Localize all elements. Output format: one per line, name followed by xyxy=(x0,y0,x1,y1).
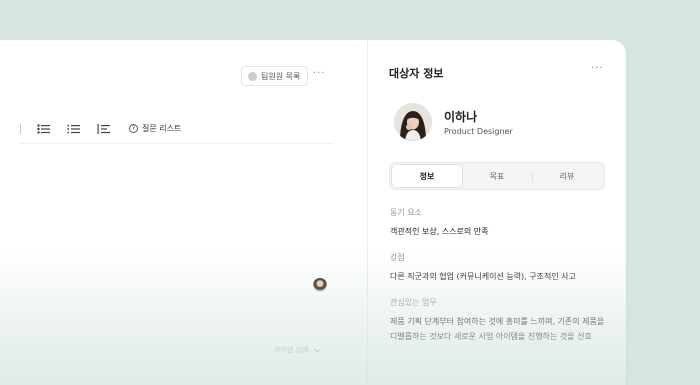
item-status-dropdown[interactable]: 아이템 상태 xyxy=(274,345,322,355)
info-tabs: 정보 목표 리뷰 xyxy=(389,162,605,190)
interests-value: 제품 기획 단계부터 참여하는 것에 흥미를 느끼며, 기존의 제품을 디벨롭하… xyxy=(390,317,605,341)
editor-more-icon[interactable]: ··· xyxy=(313,68,326,79)
numbered-list-icon[interactable] xyxy=(63,121,83,137)
panel-more-icon[interactable]: ··· xyxy=(591,63,604,74)
tab-goals[interactable]: 목표 xyxy=(462,165,532,187)
strengths-value: 다른 직군과의 협업 (커뮤니케이션 능력), 구조적인 사고 xyxy=(390,272,576,281)
profile-role: Product Designer xyxy=(444,127,513,136)
app-window: 팀원원 목록 ··· ? 질문 리스트 아이템 상태 대상자 정보 ··· 이하… xyxy=(0,40,626,385)
bullet-list-icon[interactable] xyxy=(33,121,53,137)
item-status-label: 아이템 상태 xyxy=(274,346,309,354)
member-icon xyxy=(248,71,257,81)
interests-label: 관심있는 업무 xyxy=(390,298,437,307)
editor-area: 팀원원 목록 ··· ? 질문 리스트 아이템 상태 xyxy=(0,40,367,385)
panel-title: 대상자 정보 xyxy=(389,67,444,80)
chevron-down-icon xyxy=(314,347,322,353)
profile-avatar xyxy=(394,103,432,141)
strengths-label: 강점 xyxy=(390,253,405,262)
tab-info[interactable]: 정보 xyxy=(392,165,462,187)
toolbar-divider xyxy=(20,123,21,134)
motivation-value: 객관적인 보상, 스스로의 만족 xyxy=(390,227,489,236)
member-list-button[interactable]: 팀원원 목록 xyxy=(241,66,309,86)
tab-review[interactable]: 리뷰 xyxy=(532,165,602,187)
member-list-label: 팀원원 목록 xyxy=(261,71,301,81)
subject-info-panel: 대상자 정보 ··· 이하나 Product Designer 정보 목표 리뷰… xyxy=(367,40,626,385)
editor-toolbar: ? 질문 리스트 xyxy=(20,114,334,144)
indent-list-icon[interactable] xyxy=(93,121,113,137)
question-circle-icon: ? xyxy=(129,124,138,133)
question-list-button[interactable]: ? 질문 리스트 xyxy=(129,123,181,134)
commenter-avatar[interactable] xyxy=(313,278,327,292)
question-list-label: 질문 리스트 xyxy=(142,124,182,133)
profile-name: 이하나 xyxy=(444,110,478,124)
motivation-label: 동기 요소 xyxy=(390,208,422,217)
